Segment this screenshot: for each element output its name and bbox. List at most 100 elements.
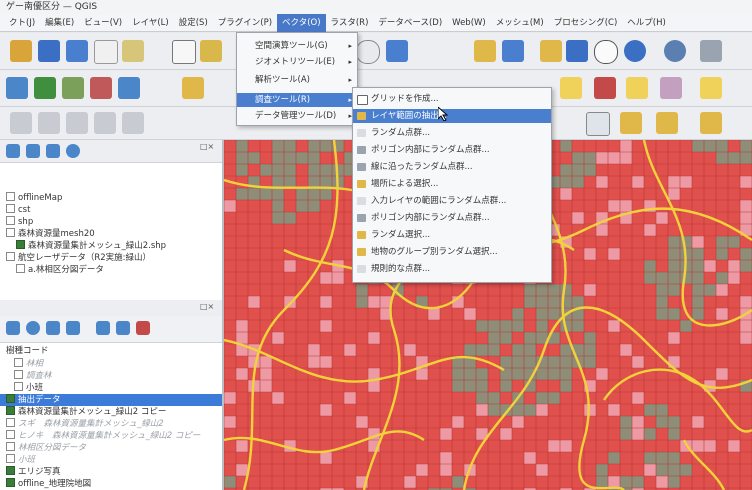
- checkbox[interactable]: [14, 370, 23, 379]
- digitize-icon[interactable]: [10, 112, 32, 134]
- attribute-table-icon[interactable]: [700, 40, 722, 62]
- edit-pencil-icon[interactable]: [182, 77, 204, 99]
- checkbox[interactable]: [6, 216, 15, 225]
- checkbox[interactable]: [6, 418, 15, 427]
- menu-item-random-points-in-polygons[interactable]: ポリゴン内部にランダム点群...: [353, 143, 551, 157]
- tree-item-cst[interactable]: cst: [6, 204, 30, 216]
- legend-item[interactable]: 小班: [14, 382, 43, 394]
- menu-item-random-points[interactable]: ランダム点群...: [353, 126, 551, 140]
- open-folder-icon[interactable]: [10, 40, 32, 62]
- menu-view[interactable]: ビュー(V): [79, 14, 127, 32]
- menu-processing[interactable]: プロセシング(C): [549, 14, 623, 32]
- checkbox[interactable]: [14, 358, 23, 367]
- vertex-tool-icon[interactable]: [38, 112, 60, 134]
- add-vector-icon[interactable]: [6, 77, 28, 99]
- checkbox[interactable]: [6, 442, 15, 451]
- tree-item-forest-type[interactable]: a.林相区分図データ: [16, 264, 104, 276]
- new-3d-view-icon[interactable]: [502, 40, 524, 62]
- legend-item[interactable]: スギ 森林資源量集計メッシュ_緑山2: [6, 418, 164, 430]
- legend-item-selected[interactable]: 抽出データ: [0, 394, 222, 406]
- menu-web[interactable]: Web(W): [447, 14, 491, 32]
- checkbox[interactable]: [6, 204, 15, 213]
- new-map-view-icon[interactable]: [474, 40, 496, 62]
- checkbox[interactable]: [6, 192, 15, 201]
- menu-vector[interactable]: ベクタ(O): [277, 13, 326, 32]
- checkbox[interactable]: [6, 430, 15, 439]
- menu-layer[interactable]: レイヤ(L): [127, 14, 174, 32]
- checkbox[interactable]: [14, 382, 23, 391]
- tree-item-mesh20[interactable]: 森林資源量mesh20: [6, 228, 95, 240]
- zoom-icon[interactable]: [356, 40, 380, 64]
- add-layer-icon[interactable]: [90, 77, 112, 99]
- menu-raster[interactable]: ラスタ(R): [326, 14, 374, 32]
- legend-item[interactable]: 調査林: [14, 370, 52, 382]
- tree-item-laser-data[interactable]: 航空レーザデータ（R2実施:緑山）: [6, 252, 151, 264]
- style-manager-icon[interactable]: [122, 40, 144, 62]
- expand-all-icon[interactable]: [46, 144, 60, 158]
- label-icon[interactable]: [560, 77, 582, 99]
- menu-item-extract-layer-extent[interactable]: レイヤ範囲の抽出...: [353, 109, 551, 123]
- legend-item[interactable]: 樹種コード: [6, 346, 49, 357]
- menu-item-random-selection-subsets[interactable]: 地物のグループ別ランダム選択...: [353, 245, 551, 259]
- menu-item-data-management[interactable]: データ管理ツール(D) ▸: [237, 109, 357, 123]
- expand-all-icon[interactable]: [96, 321, 110, 335]
- menu-edit[interactable]: 編集(E): [40, 14, 79, 32]
- select-by-value-icon[interactable]: [620, 112, 642, 134]
- menu-item-random-points-in-extent[interactable]: 入力レイヤの範囲にランダム点群...: [353, 194, 551, 208]
- legend-item[interactable]: エリジ写真: [6, 466, 61, 478]
- identify-icon[interactable]: [664, 40, 686, 62]
- new-shapefile-icon[interactable]: [118, 77, 140, 99]
- legend-item[interactable]: offline_地理院地図: [6, 478, 91, 490]
- save-icon[interactable]: [38, 40, 60, 62]
- open-layer-styling-icon[interactable]: [6, 144, 20, 158]
- remove-layer-icon[interactable]: [136, 321, 150, 335]
- menu-item-random-points-inside-polygons[interactable]: ポリゴン内部にランダム点群...: [353, 211, 551, 225]
- open-layer-styling-icon[interactable]: [6, 321, 20, 335]
- filter-legend-icon[interactable]: [46, 321, 60, 335]
- menu-project[interactable]: クト(J): [4, 14, 40, 32]
- menu-help[interactable]: ヘルプ(H): [622, 14, 671, 32]
- menu-item-geometry[interactable]: ジオメトリツール(E) ▸: [237, 55, 357, 69]
- move-feature-icon[interactable]: [66, 112, 88, 134]
- legend-item[interactable]: 林相: [14, 358, 43, 370]
- menu-item-random-points-on-lines[interactable]: 線に沿ったランダム点群...: [353, 160, 551, 174]
- expression-filter-icon[interactable]: [66, 321, 80, 335]
- checkbox[interactable]: [6, 394, 15, 403]
- visibility-icon[interactable]: [26, 321, 40, 335]
- menu-mesh[interactable]: メッシュ(M): [491, 14, 549, 32]
- checkbox[interactable]: [6, 406, 15, 415]
- tree-item-offlinemap[interactable]: offlineMap: [6, 192, 62, 204]
- search-icon[interactable]: [386, 40, 408, 62]
- menu-item-select-by-location[interactable]: 場所による選択...: [353, 177, 551, 191]
- checkbox[interactable]: [6, 252, 15, 261]
- checkbox[interactable]: [6, 478, 15, 487]
- panel-close-icon[interactable]: □×: [200, 302, 214, 311]
- menu-plugins[interactable]: プラグイン(P): [213, 14, 277, 32]
- show-bookmarks-icon[interactable]: [566, 40, 588, 62]
- label-pin-icon[interactable]: [594, 77, 616, 99]
- collapse-all-icon[interactable]: [116, 321, 130, 335]
- select-feature-icon[interactable]: [586, 112, 610, 136]
- save-as-icon[interactable]: [66, 40, 88, 62]
- tree-item-mesh-shp[interactable]: 森林資源量集計メッシュ_緑山2.shp: [16, 240, 166, 252]
- label-show-icon[interactable]: [626, 77, 648, 99]
- filter-legend-icon[interactable]: [26, 144, 40, 158]
- legend-item[interactable]: ヒノキ 森林資源量集計メッシュ_緑山2 コピー: [6, 430, 200, 442]
- menu-item-geoprocessing[interactable]: 空間演算ツール(G) ▸: [237, 39, 357, 53]
- menu-database[interactable]: データベース(D): [373, 14, 447, 32]
- checkbox[interactable]: [6, 454, 15, 463]
- refresh-icon[interactable]: [624, 40, 646, 62]
- menu-item-analysis[interactable]: 解析ツール(A) ▸: [237, 73, 357, 87]
- legend-item[interactable]: 森林資源量集計メッシュ_緑山2 コピー: [6, 406, 166, 418]
- legend-item[interactable]: 林相区分図データ: [6, 442, 86, 454]
- add-delimited-text-icon[interactable]: [62, 77, 84, 99]
- checkbox[interactable]: [6, 228, 15, 237]
- delete-feature-icon[interactable]: [94, 112, 116, 134]
- menu-item-random-selection[interactable]: ランダム選択...: [353, 228, 551, 242]
- label-rotate-icon[interactable]: [700, 77, 722, 99]
- add-raster-icon[interactable]: [34, 77, 56, 99]
- menu-settings[interactable]: 設定(S): [174, 14, 213, 32]
- checkbox[interactable]: [16, 240, 25, 249]
- bookmark-icon[interactable]: [540, 40, 562, 62]
- panel-close-icon[interactable]: □×: [200, 142, 214, 151]
